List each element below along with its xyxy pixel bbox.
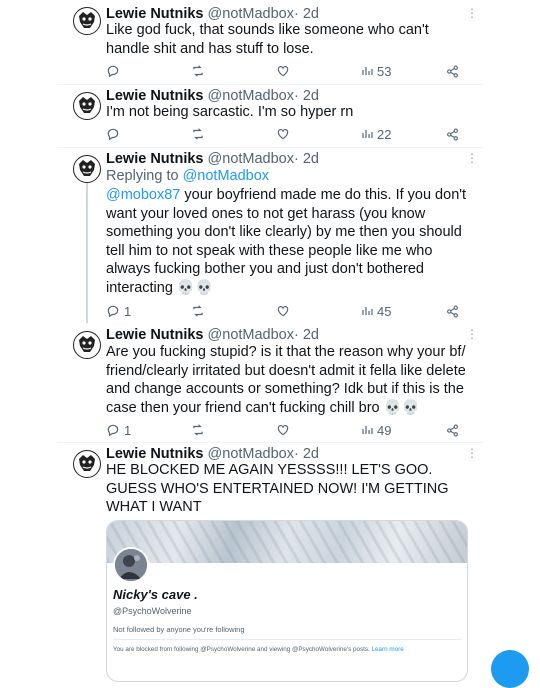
avatar[interactable]: [73, 331, 101, 359]
heart-icon: [276, 64, 290, 78]
replying-to-link[interactable]: @notMadbox: [183, 168, 269, 184]
author-name[interactable]: Lewie Nutniks: [106, 88, 204, 104]
share-icon: [446, 128, 459, 141]
reply-icon: [106, 304, 120, 318]
more-icon[interactable]: ⋮: [466, 152, 478, 164]
card-avatar[interactable]: [113, 547, 149, 583]
tweet-text: HE BLOCKED ME AGAIN YESSSS!!! LET'S GOO.…: [106, 462, 449, 515]
tweet-text: Are you fucking stupid? is it that the r…: [106, 344, 466, 416]
reply-count: 1: [124, 422, 132, 438]
view-count: 53: [377, 63, 392, 79]
tweet[interactable]: Lewie Nutniks @notMadbox· 2d ⋮ Like god …: [0, 0, 540, 84]
more-icon[interactable]: ⋮: [466, 328, 478, 340]
more-icon[interactable]: ⋮: [466, 7, 478, 19]
retweet-button[interactable]: [191, 303, 209, 319]
tweet-text: I'm not being sarcastic. I'm so hyper rn: [106, 104, 354, 120]
author-handle[interactable]: @notMadbox: [208, 446, 294, 462]
reply-icon: [106, 64, 120, 78]
views-button[interactable]: 49: [361, 422, 391, 438]
tweet-time[interactable]: · 2d: [294, 88, 319, 104]
blocked-profile-card[interactable]: Nicky's cave . @PsychoWolverine Not foll…: [106, 520, 468, 682]
replying-label: Replying to: [106, 168, 179, 184]
card-follow-note: Not followed by anyone you're following: [113, 625, 245, 634]
share-button[interactable]: [446, 126, 459, 142]
tweet-actions: 1 49: [106, 422, 466, 438]
tweet[interactable]: Lewie Nutniks @notMadbox· 2d ⋮ Replying …: [0, 148, 540, 324]
views-button[interactable]: 53: [361, 63, 391, 79]
tweet[interactable]: Lewie Nutniks @notMadbox· 2d ⋮ Are you f…: [0, 324, 540, 442]
retweet-button[interactable]: [191, 422, 209, 438]
card-display-name[interactable]: Nicky's cave .: [113, 587, 198, 602]
reply-button[interactable]: 1: [106, 422, 131, 438]
heart-icon: [276, 304, 290, 318]
tweet-time[interactable]: · 2d: [294, 6, 319, 22]
avatar[interactable]: [73, 450, 101, 478]
tweet-time[interactable]: · 2d: [294, 327, 319, 343]
share-button[interactable]: [446, 63, 459, 79]
tweet-actions: 1 45: [106, 303, 466, 319]
like-button[interactable]: [276, 63, 294, 79]
author-name[interactable]: Lewie Nutniks: [106, 151, 204, 167]
reply-count: 1: [124, 303, 132, 319]
share-icon: [446, 424, 459, 437]
tweet-time[interactable]: · 2d: [294, 151, 319, 167]
heart-icon: [276, 127, 290, 141]
retweet-icon: [191, 304, 205, 318]
avatar[interactable]: [73, 155, 101, 183]
tweet-actions: 53: [106, 63, 466, 79]
views-icon: [361, 424, 373, 436]
share-icon: [446, 305, 459, 318]
tweet-body: your boyfriend made me do this. If you d…: [106, 187, 467, 296]
share-icon: [446, 65, 459, 78]
reply-button[interactable]: 1: [106, 303, 131, 319]
retweet-icon: [191, 127, 205, 141]
tweet-time[interactable]: · 2d: [294, 446, 319, 462]
reply-button[interactable]: [106, 126, 124, 142]
like-button[interactable]: [276, 422, 294, 438]
retweet-button[interactable]: [191, 126, 209, 142]
tweet-text: @mobox87 your boyfriend made me do this.…: [106, 186, 476, 297]
author-handle[interactable]: @notMadbox: [208, 6, 294, 22]
share-button[interactable]: [446, 422, 459, 438]
view-count: 22: [377, 126, 392, 142]
mention-link[interactable]: @mobox87: [106, 187, 180, 203]
reply-icon: [106, 423, 120, 437]
retweet-icon: [191, 64, 205, 78]
views-button[interactable]: 22: [361, 126, 391, 142]
views-icon: [361, 305, 373, 317]
card-handle[interactable]: @PsychoWolverine: [113, 606, 192, 616]
author-handle[interactable]: @notMadbox: [208, 88, 294, 104]
avatar[interactable]: [73, 92, 101, 120]
learn-more-link[interactable]: Learn more: [372, 646, 404, 653]
banner-texture: [107, 521, 467, 563]
tweet-text: Like god fuck, that sounds like someone …: [106, 22, 429, 57]
view-count: 45: [377, 303, 392, 319]
view-count: 49: [377, 422, 392, 438]
like-button[interactable]: [276, 126, 294, 142]
tweet[interactable]: Lewie Nutniks @notMadbox· 2d I'm not bei…: [0, 85, 540, 147]
more-icon[interactable]: ⋮: [466, 447, 478, 459]
views-button[interactable]: 45: [361, 303, 391, 319]
author-name[interactable]: Lewie Nutniks: [106, 446, 204, 462]
card-divider: [113, 639, 461, 640]
author-name[interactable]: Lewie Nutniks: [106, 6, 204, 22]
share-button[interactable]: [446, 303, 459, 319]
reply-button[interactable]: [106, 63, 124, 79]
heart-icon: [276, 423, 290, 437]
like-button[interactable]: [276, 303, 294, 319]
replying-to: Replying to @notMadbox: [106, 167, 269, 185]
author-name[interactable]: Lewie Nutniks: [106, 327, 204, 343]
avatar[interactable]: [73, 7, 101, 35]
reply-icon: [106, 127, 120, 141]
tweet-actions: 22: [106, 126, 466, 142]
blocked-text: You are blocked from following @PsychoWo…: [113, 646, 370, 653]
views-icon: [361, 128, 373, 140]
retweet-icon: [191, 423, 205, 437]
card-blocked-notice: You are blocked from following @PsychoWo…: [113, 646, 404, 653]
author-handle[interactable]: @notMadbox: [208, 327, 294, 343]
views-icon: [361, 65, 373, 77]
author-handle[interactable]: @notMadbox: [208, 151, 294, 167]
retweet-button[interactable]: [191, 63, 209, 79]
compose-button[interactable]: [491, 650, 529, 688]
